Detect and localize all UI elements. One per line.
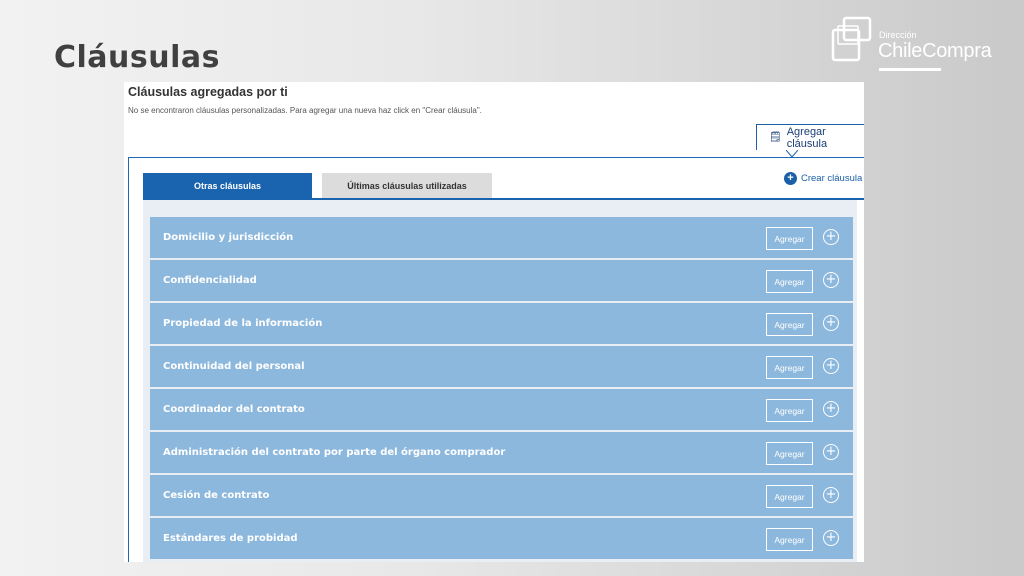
agregar-button[interactable]: Agregar	[766, 485, 813, 508]
clause-label: Estándares de probidad	[163, 533, 298, 544]
logo-mark-icon	[831, 16, 872, 62]
logo-small-text: Dirección	[879, 30, 917, 40]
agregar-button[interactable]: Agregar	[766, 227, 813, 250]
tab-otras-clausulas[interactable]: Otras cláusulas	[143, 173, 312, 198]
clause-label: Confidencialidad	[163, 275, 257, 286]
clause-row-coordinador[interactable]: Coordinador del contrato Agregar +	[150, 389, 853, 430]
create-clause-label: Crear cláusula	[801, 173, 863, 184]
plus-circle-icon: +	[784, 172, 797, 185]
clause-label: Administración del contrato por parte de…	[163, 447, 506, 458]
agregar-button[interactable]: Agregar	[766, 270, 813, 293]
clause-label: Cesión de contrato	[163, 490, 270, 501]
clause-label: Domicilio y jurisdicción	[163, 232, 294, 243]
add-clause-button[interactable]: 🗒 Agregar cláusula	[756, 124, 864, 150]
create-clause-link[interactable]: + Crear cláusula	[784, 172, 862, 185]
agregar-button[interactable]: Agregar	[766, 356, 813, 379]
clause-row-domicilio[interactable]: Domicilio y jurisdicción Agregar +	[150, 217, 853, 258]
clause-row-estandares[interactable]: Estándares de probidad Agregar +	[150, 518, 853, 559]
clause-row-administracion[interactable]: Administración del contrato por parte de…	[150, 432, 853, 473]
clauses-panel: Cláusulas agregadas por ti No se encontr…	[124, 82, 864, 562]
plus-circle-outline-icon[interactable]: +	[823, 530, 839, 546]
clause-label: Coordinador del contrato	[163, 404, 305, 415]
chilecompra-logo: Dirección ChileCompra	[830, 14, 1000, 76]
agregar-button[interactable]: Agregar	[766, 399, 813, 422]
plus-circle-outline-icon[interactable]: +	[823, 272, 839, 288]
clause-row-propiedad[interactable]: Propiedad de la información Agregar +	[150, 303, 853, 344]
tab-label: Últimas cláusulas utilizadas	[347, 180, 467, 191]
add-clause-label: Agregar cláusula	[786, 125, 828, 150]
agregar-button[interactable]: Agregar	[766, 528, 813, 551]
clause-label: Propiedad de la información	[163, 318, 323, 329]
plus-circle-outline-icon[interactable]: +	[823, 358, 839, 374]
plus-circle-outline-icon[interactable]: +	[823, 315, 839, 331]
button-notch-indicator	[786, 150, 798, 158]
tab-label: Otras cláusulas	[193, 180, 262, 191]
slide-title: Cláusulas	[54, 40, 220, 75]
plus-circle-outline-icon[interactable]: +	[823, 401, 839, 417]
document-edit-icon: 🗒	[769, 132, 782, 143]
plus-circle-outline-icon[interactable]: +	[823, 487, 839, 503]
clause-row-continuidad[interactable]: Continuidad del personal Agregar +	[150, 346, 853, 387]
panel-heading: Cláusulas agregadas por ti	[128, 85, 288, 99]
logo-big-text: ChileCompra	[878, 40, 992, 62]
agregar-button[interactable]: Agregar	[766, 313, 813, 336]
agregar-button[interactable]: Agregar	[766, 442, 813, 465]
empty-clauses-note: No se encontraron cláusulas personalizad…	[128, 106, 482, 115]
clause-label: Continuidad del personal	[163, 361, 305, 372]
plus-circle-outline-icon[interactable]: +	[823, 444, 839, 460]
logo-underline	[879, 68, 941, 71]
tab-ultimas-clausulas[interactable]: Últimas cláusulas utilizadas	[322, 173, 492, 198]
clause-row-cesion[interactable]: Cesión de contrato Agregar +	[150, 475, 853, 516]
plus-circle-outline-icon[interactable]: +	[823, 229, 839, 245]
clause-row-confidencialidad[interactable]: Confidencialidad Agregar +	[150, 260, 853, 301]
